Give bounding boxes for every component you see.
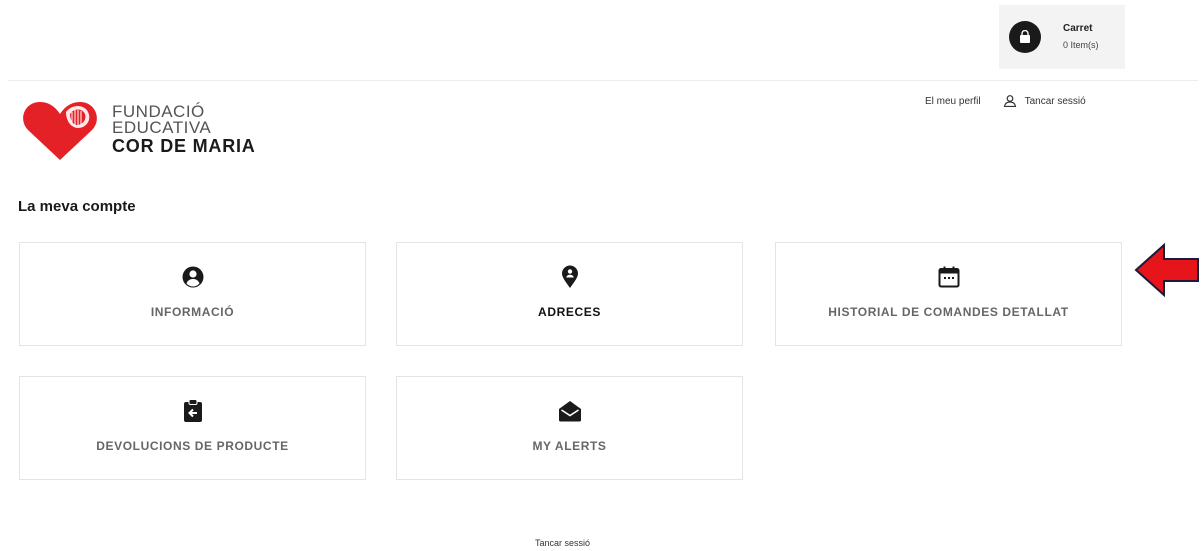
card-label: HISTORIAL DE COMANDES DETALLAT bbox=[828, 305, 1069, 319]
card-label: INFORMACIÓ bbox=[150, 305, 235, 319]
card-historial-comandes[interactable]: HISTORIAL DE COMANDES DETALLAT bbox=[775, 242, 1122, 346]
page-title: La meva compte bbox=[18, 198, 136, 215]
envelope-open-icon bbox=[558, 401, 581, 422]
logo-line-cor-de-maria: COR DE MARIA bbox=[112, 136, 256, 156]
cart-title: Carret bbox=[1063, 23, 1093, 34]
shopping-bag-icon bbox=[1009, 21, 1041, 53]
logout-link-footer[interactable]: Tancar sessió bbox=[535, 538, 590, 548]
red-arrow-icon bbox=[1134, 242, 1199, 298]
card-my-alerts[interactable]: MY ALERTS bbox=[396, 376, 743, 480]
user-icon bbox=[1003, 95, 1016, 107]
heart-logo-icon bbox=[23, 102, 97, 160]
cart-item-count: 0 Item(s) bbox=[1063, 40, 1099, 50]
logout-label: Tancar sessió bbox=[1024, 95, 1086, 107]
logo-line-educativa: EDUCATIVA bbox=[112, 118, 212, 137]
logout-link-header[interactable]: Tancar sessió bbox=[1003, 95, 1086, 107]
header-divider bbox=[8, 80, 1198, 81]
map-pin-icon bbox=[561, 265, 578, 288]
clipboard-return-icon bbox=[183, 399, 202, 422]
site-logo[interactable]: FUNDACIÓ EDUCATIVA COR DE MARIA bbox=[22, 98, 256, 162]
calendar-icon bbox=[938, 266, 959, 288]
card-informacio[interactable]: INFORMACIÓ bbox=[19, 242, 366, 346]
card-adreces[interactable]: ADRECES bbox=[396, 242, 743, 346]
card-label: ADRECES bbox=[538, 305, 601, 319]
card-label: DEVOLUCIONS DE PRODUCTE bbox=[96, 439, 289, 453]
card-label: MY ALERTS bbox=[532, 439, 607, 453]
user-circle-icon bbox=[182, 266, 203, 288]
card-devolucions-producte[interactable]: DEVOLUCIONS DE PRODUCTE bbox=[19, 376, 366, 480]
my-profile-link[interactable]: El meu perfil bbox=[925, 96, 981, 107]
cart-widget[interactable]: Carret 0 Item(s) bbox=[999, 5, 1125, 69]
